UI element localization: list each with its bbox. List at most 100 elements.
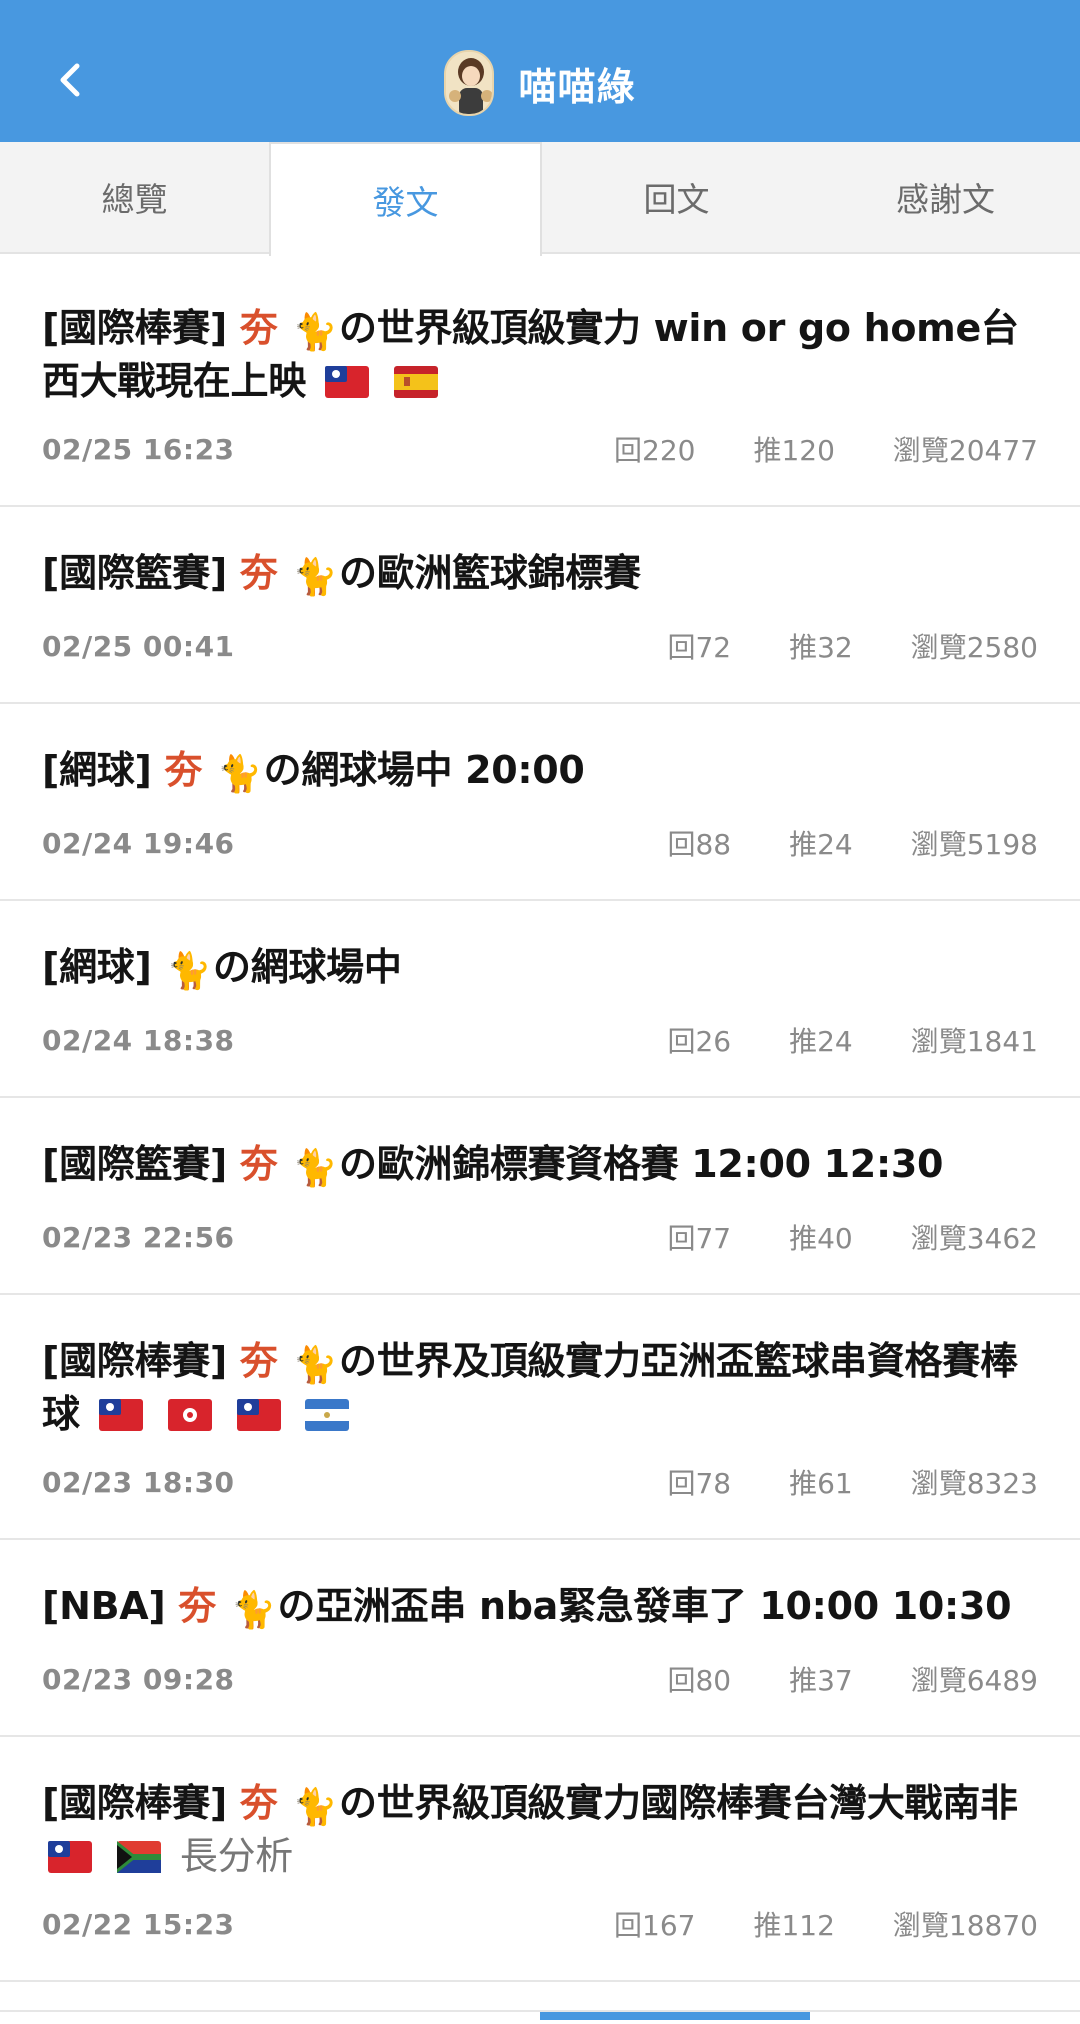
reply-count: 回77 <box>667 1222 732 1255</box>
list-item[interactable]: [網球] 夯 🐈の網球場中 20:00 02/24 19:46 回88 推24 … <box>0 704 1080 901</box>
post-meta: 02/24 18:38 回26 推24 瀏覽1841 <box>42 1010 1038 1070</box>
cat-icon: 🐈 <box>292 1787 338 1828</box>
post-title-text: の網球場中 20:00 <box>263 748 585 792</box>
post-category: [網球] <box>42 748 152 792</box>
hot-tag: 夯 <box>239 1781 278 1825</box>
post-category: [國際棒賽] <box>42 1339 227 1383</box>
post-title-text: の歐洲籃球錦標賽 <box>339 551 641 595</box>
list-item[interactable]: [國際棒賽] 夯 🐈の世界及頂級實力亞洲盃籃球串資格賽棒球 02/23 18:3… <box>0 1295 1080 1540</box>
post-category: [國際棒賽] <box>42 1781 227 1825</box>
cat-icon: 🐈 <box>292 312 338 353</box>
post-date: 02/24 18:38 <box>42 1023 235 1057</box>
view-count: 瀏覽1841 <box>910 1025 1038 1058</box>
post-date: 02/25 00:41 <box>42 629 235 663</box>
post-title-text: の歐洲錦標賽資格賽 12:00 12:30 <box>339 1142 944 1186</box>
view-count: 瀏覽20477 <box>892 434 1038 467</box>
view-count: 瀏覽2580 <box>910 631 1038 664</box>
taiwan-flag-icon <box>236 1399 281 1431</box>
hot-tag: 夯 <box>239 1142 278 1186</box>
post-title: [國際籃賽] 夯 🐈の歐洲錦標賽資格賽 12:00 12:30 <box>42 1140 1038 1193</box>
cat-icon: 🐈 <box>292 1148 338 1189</box>
post-date: 02/23 22:56 <box>42 1220 235 1254</box>
push-count: 推112 <box>753 1909 835 1942</box>
taiwan-flag-icon <box>324 366 369 398</box>
avatar[interactable] <box>444 50 495 116</box>
hongkong-flag-icon <box>167 1399 212 1431</box>
post-title-text: の世界級頂級實力國際棒賽台灣大戰南非 <box>339 1781 1018 1825</box>
taiwan-flag-icon <box>48 1841 92 1873</box>
post-title: [網球] 夯 🐈の網球場中 20:00 <box>42 746 1038 799</box>
view-count: 瀏覽5198 <box>910 828 1038 861</box>
post-title: [國際籃賽] 夯 🐈の歐洲籃球錦標賽 <box>42 549 1038 602</box>
post-meta: 02/25 16:23 回220 推120 瀏覽20477 <box>42 419 1038 479</box>
list-item[interactable]: [NBA] 夯 🐈の亞洲盃串 nba緊急發車了 10:00 10:30 02/2… <box>0 1540 1080 1737</box>
post-meta: 02/22 15:23 回167 推112 瀏覽18870 <box>42 1894 1038 1954</box>
post-category: [國際籃賽] <box>42 1142 227 1186</box>
hot-tag: 夯 <box>239 1339 278 1383</box>
post-title: [國際棒賽] 夯 🐈の世界及頂級實力亞洲盃籃球串資格賽棒球 <box>42 1337 1038 1438</box>
post-title: [網球] 🐈の網球場中 <box>42 943 1038 996</box>
reply-count: 回220 <box>614 434 696 467</box>
nicaragua-flag-icon <box>305 1399 350 1431</box>
tab-thanks[interactable]: 感謝文 <box>811 142 1080 252</box>
hot-tag: 夯 <box>239 551 278 595</box>
cat-icon: 🐈 <box>166 951 212 992</box>
cat-icon: 🐈 <box>292 1345 338 1386</box>
tab-bar: 總覽 發文 回文 感謝文 <box>0 142 1080 256</box>
reply-count: 回78 <box>667 1467 732 1500</box>
hot-tag: 夯 <box>239 306 278 350</box>
list-item[interactable]: [國際棒賽] 夯 🐈の世界級頂級實力 win or go home台西大戰現在上… <box>0 262 1080 507</box>
post-title-text: の亞洲盃串 nba緊急發車了 10:00 10:30 <box>277 1584 1012 1628</box>
view-count: 瀏覽8323 <box>910 1467 1038 1500</box>
list-item[interactable]: [網球] 🐈の網球場中 02/24 18:38 回26 推24 瀏覽1841 <box>0 901 1080 1098</box>
post-meta: 02/23 09:28 回80 推37 瀏覽6489 <box>42 1649 1038 1709</box>
cat-icon: 🐈 <box>292 557 338 598</box>
post-date: 02/23 18:30 <box>42 1465 235 1499</box>
scroll-indicator <box>540 2012 810 2020</box>
view-count: 瀏覽3462 <box>910 1222 1038 1255</box>
cat-icon: 🐈 <box>231 1590 276 1631</box>
taiwan-flag-icon <box>98 1399 143 1431</box>
header-title: 喵喵綠 <box>518 64 636 109</box>
push-count: 推40 <box>789 1222 853 1255</box>
app-header: 喵喵綠 <box>0 0 1080 142</box>
cat-icon: 🐈 <box>217 754 262 795</box>
hot-tag: 夯 <box>164 748 203 792</box>
post-extra: 長分析 <box>179 1834 293 1878</box>
post-title: [NBA] 夯 🐈の亞洲盃串 nba緊急發車了 10:00 10:30 <box>42 1582 1038 1635</box>
tab-overview[interactable]: 總覽 <box>0 142 269 252</box>
post-list: [國際棒賽] 夯 🐈の世界級頂級實力 win or go home台西大戰現在上… <box>0 262 1080 1982</box>
list-item[interactable]: [國際籃賽] 夯 🐈の歐洲錦標賽資格賽 12:00 12:30 02/23 22… <box>0 1098 1080 1295</box>
spain-flag-icon <box>393 366 438 398</box>
post-category: [國際籃賽] <box>42 551 227 595</box>
push-count: 推32 <box>789 631 853 664</box>
reply-count: 回167 <box>614 1909 696 1942</box>
hot-tag: 夯 <box>178 1584 217 1628</box>
post-meta: 02/25 00:41 回72 推32 瀏覽2580 <box>42 616 1038 676</box>
header-title-group: 喵喵綠 <box>0 44 1080 122</box>
post-category: [網球] <box>42 945 152 989</box>
post-title-text: の網球場中 <box>213 945 402 989</box>
tab-replies[interactable]: 回文 <box>542 142 811 252</box>
list-item[interactable]: [國際棒賽] 夯 🐈の世界級頂級實力國際棒賽台灣大戰南非 長分析 02/22 1… <box>0 1737 1080 1982</box>
post-date: 02/23 09:28 <box>42 1662 235 1696</box>
view-count: 瀏覽18870 <box>892 1909 1038 1942</box>
push-count: 推24 <box>789 828 853 861</box>
reply-count: 回88 <box>667 828 732 861</box>
post-title: [國際棒賽] 夯 🐈の世界級頂級實力國際棒賽台灣大戰南非 長分析 <box>42 1779 1038 1880</box>
view-count: 瀏覽6489 <box>910 1664 1038 1697</box>
post-date: 02/25 16:23 <box>42 432 235 466</box>
post-title: [國際棒賽] 夯 🐈の世界級頂級實力 win or go home台西大戰現在上… <box>42 304 1038 405</box>
list-item[interactable]: [國際籃賽] 夯 🐈の歐洲籃球錦標賽 02/25 00:41 回72 推32 瀏… <box>0 507 1080 704</box>
post-meta: 02/24 19:46 回88 推24 瀏覽5198 <box>42 813 1038 873</box>
post-date: 02/22 15:23 <box>42 1907 235 1941</box>
post-date: 02/24 19:46 <box>42 826 235 860</box>
post-category: [國際棒賽] <box>42 306 227 350</box>
tab-posts[interactable]: 發文 <box>269 142 542 256</box>
post-meta: 02/23 22:56 回77 推40 瀏覽3462 <box>42 1207 1038 1267</box>
post-category: [NBA] <box>42 1584 166 1628</box>
push-count: 推61 <box>789 1467 853 1500</box>
reply-count: 回26 <box>667 1025 732 1058</box>
reply-count: 回72 <box>667 631 732 664</box>
push-count: 推120 <box>753 434 835 467</box>
